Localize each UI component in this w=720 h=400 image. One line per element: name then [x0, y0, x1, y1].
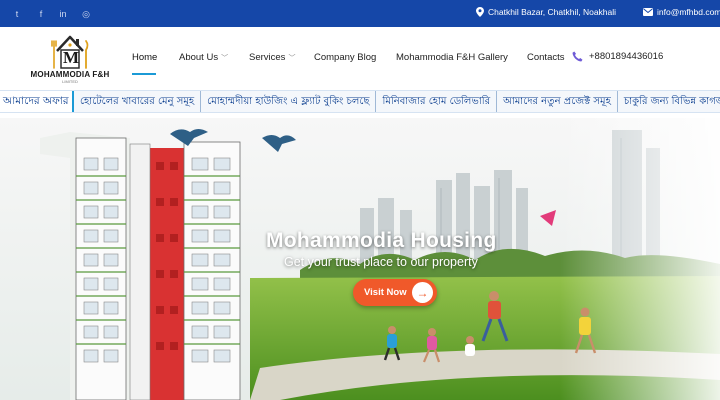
nav-contacts-label: Contacts	[527, 52, 565, 63]
nav-home[interactable]: Home	[132, 52, 157, 63]
nav-services[interactable]: Services ﹀	[249, 52, 295, 63]
ticker-item[interactable]: মিনিবাজার হোম ডেলিভারি	[376, 91, 498, 112]
nav-blog-label: Company Blog	[314, 52, 377, 63]
chevron-down-icon: ﹀	[221, 54, 229, 62]
offer-ticker: আমাদের অফার হোটেলের খাবারের মেনু সমূহ মো…	[0, 90, 720, 113]
phone-icon	[572, 51, 583, 62]
visit-now-label: Visit Now	[364, 287, 407, 298]
mail-icon	[643, 8, 653, 16]
linkedin-icon[interactable]: in	[56, 7, 70, 21]
hero-banner: Mohammodia Housing Get your trust place …	[0, 118, 720, 400]
main-header: M MOHAMMODIA F&H LIMITED Home About Us ﹀ …	[0, 27, 720, 90]
nav-company-blog[interactable]: Company Blog	[314, 52, 376, 63]
ticker-item[interactable]: মোহাম্মদীয়া হাউজিং এ ফ্ল্যাট বুকিং চলছে	[201, 91, 377, 112]
top-bar: t f in ◎ Chatkhil Bazar, Chatkhil, Noakh…	[0, 0, 720, 27]
logo-brand-name: MOHAMMODIA F&H	[30, 70, 110, 79]
nav-about-label: About Us	[179, 52, 219, 63]
nav-gallery[interactable]: Mohammodia F&H Gallery	[396, 52, 508, 63]
ticker-item[interactable]: হোটেলের খাবারের মেনু সমূহ	[74, 91, 202, 112]
phone-contact[interactable]: +8801894436016	[572, 51, 663, 62]
map-pin-icon	[476, 7, 484, 17]
logo-tagline: LIMITED	[62, 79, 78, 84]
visit-now-button[interactable]: Visit Now →	[353, 279, 437, 306]
location-text: Chatkhil Bazar, Chatkhil, Noakhali	[488, 7, 617, 17]
logo-initial: M	[62, 48, 80, 67]
arrow-right-icon: →	[412, 282, 433, 303]
nav-about[interactable]: About Us ﹀	[179, 52, 228, 63]
ticker-item[interactable]: আমাদের নতুন প্রজেক্ট সমূহ	[497, 91, 618, 112]
chevron-down-icon: ﹀	[288, 54, 296, 62]
ticker-items: হোটেলের খাবারের মেনু সমূহ মোহাম্মদীয়া হ…	[74, 91, 720, 112]
nav-active-indicator	[132, 73, 156, 75]
hero-title: Mohammodia Housing	[266, 229, 497, 252]
hero-subtitle: Get your trust place to our property	[284, 255, 478, 269]
email-text: info@mfhbd.com	[657, 7, 720, 17]
facebook-icon[interactable]: f	[34, 7, 48, 21]
location-info[interactable]: Chatkhil Bazar, Chatkhil, Noakhali	[476, 7, 616, 17]
nav-contacts[interactable]: Contacts	[527, 52, 565, 63]
nav-services-label: Services	[249, 52, 286, 63]
instagram-icon[interactable]: ◎	[79, 7, 93, 21]
ticker-label: আমাদের অফার	[0, 91, 74, 112]
company-logo[interactable]: M MOHAMMODIA F&H LIMITED	[30, 31, 110, 85]
building-illustration	[40, 132, 241, 400]
nav-home-label: Home	[132, 52, 158, 63]
email-info[interactable]: info@mfhbd.com	[643, 7, 720, 17]
nav-gallery-label: Mohammodia F&H Gallery	[396, 52, 508, 63]
ticker-item[interactable]: চাকুরি জন্য বিভিন্ন কাগজ পত্র	[618, 91, 720, 112]
twitter-icon[interactable]: t	[10, 7, 24, 21]
phone-number: +8801894436016	[589, 51, 664, 62]
